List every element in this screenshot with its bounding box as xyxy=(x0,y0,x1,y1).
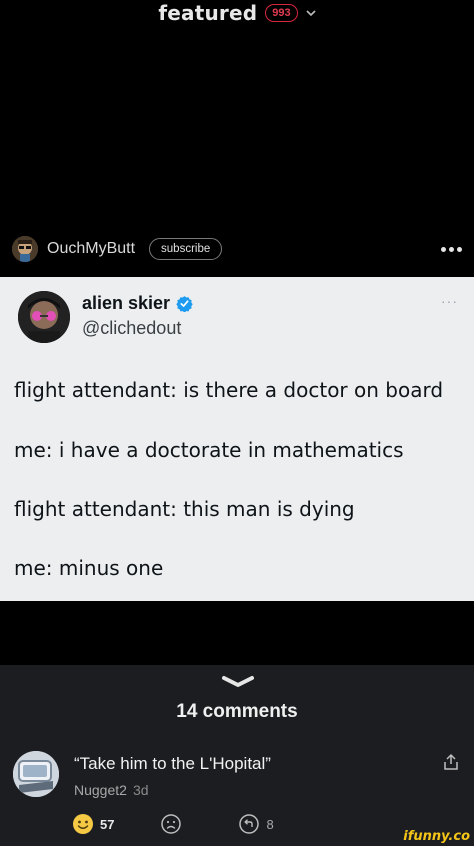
tweet-avatar-icon xyxy=(18,291,70,343)
reply-count: 8 xyxy=(266,816,274,832)
watermark-logo: ifunny.co xyxy=(403,829,470,844)
comment-reactions: 57 8 xyxy=(72,813,274,835)
comment-author[interactable]: Nugget2 xyxy=(74,782,127,798)
comments-panel: 14 comments “Take him to the L'Hopital” … xyxy=(0,665,474,846)
tweet-text-line: me: minus one xyxy=(14,556,164,580)
dot xyxy=(441,246,446,252)
tweet-text-line: flight attendant: is there a doctor on b… xyxy=(14,378,444,402)
post-image[interactable]: alien skier @clichedout ··· flight atten… xyxy=(0,277,474,601)
chevron-down-icon[interactable] xyxy=(221,675,255,689)
tweet-text-line: me: i have a doctorate in mathematics xyxy=(14,438,404,462)
tweet-display-name: alien skier xyxy=(82,293,171,313)
add-reaction-icon[interactable] xyxy=(160,813,182,835)
verified-badge-icon xyxy=(176,296,193,312)
tweet-text-line: flight attendant: this man is dying xyxy=(14,497,355,521)
share-icon[interactable] xyxy=(443,753,459,771)
feed-header: featured 993 xyxy=(0,0,474,26)
comment-text: “Take him to the L'Hopital” xyxy=(74,754,271,773)
poster-row: OuchMyButt subscribe xyxy=(12,234,462,264)
more-options-icon[interactable] xyxy=(441,246,462,252)
comments-count-title: 14 comments xyxy=(176,701,298,722)
subscribe-button[interactable]: subscribe xyxy=(149,238,223,260)
reply-icon[interactable] xyxy=(238,813,260,835)
featured-count-badge: 993 xyxy=(265,4,298,22)
comment-avatar-icon xyxy=(13,751,59,797)
reaction-count: 57 xyxy=(100,816,115,832)
smiley-reaction-icon[interactable] xyxy=(72,813,94,835)
chevron-down-icon[interactable] xyxy=(306,8,316,18)
feed-title[interactable]: featured xyxy=(158,1,257,25)
poster-avatar[interactable] xyxy=(12,236,38,262)
tweet-name-row: alien skier xyxy=(82,293,193,314)
comment-age: 3d xyxy=(132,782,149,798)
avatar-image-icon xyxy=(12,236,38,262)
tweet-avatar xyxy=(18,291,70,343)
tweet-more-icon: ··· xyxy=(441,293,458,309)
comment-meta: Nugget2 3d xyxy=(74,782,149,798)
dot xyxy=(457,246,462,252)
dot xyxy=(449,246,454,252)
poster-username[interactable]: OuchMyButt xyxy=(47,240,135,258)
tweet-handle: @clichedout xyxy=(82,318,182,338)
comment-avatar[interactable] xyxy=(13,751,59,797)
